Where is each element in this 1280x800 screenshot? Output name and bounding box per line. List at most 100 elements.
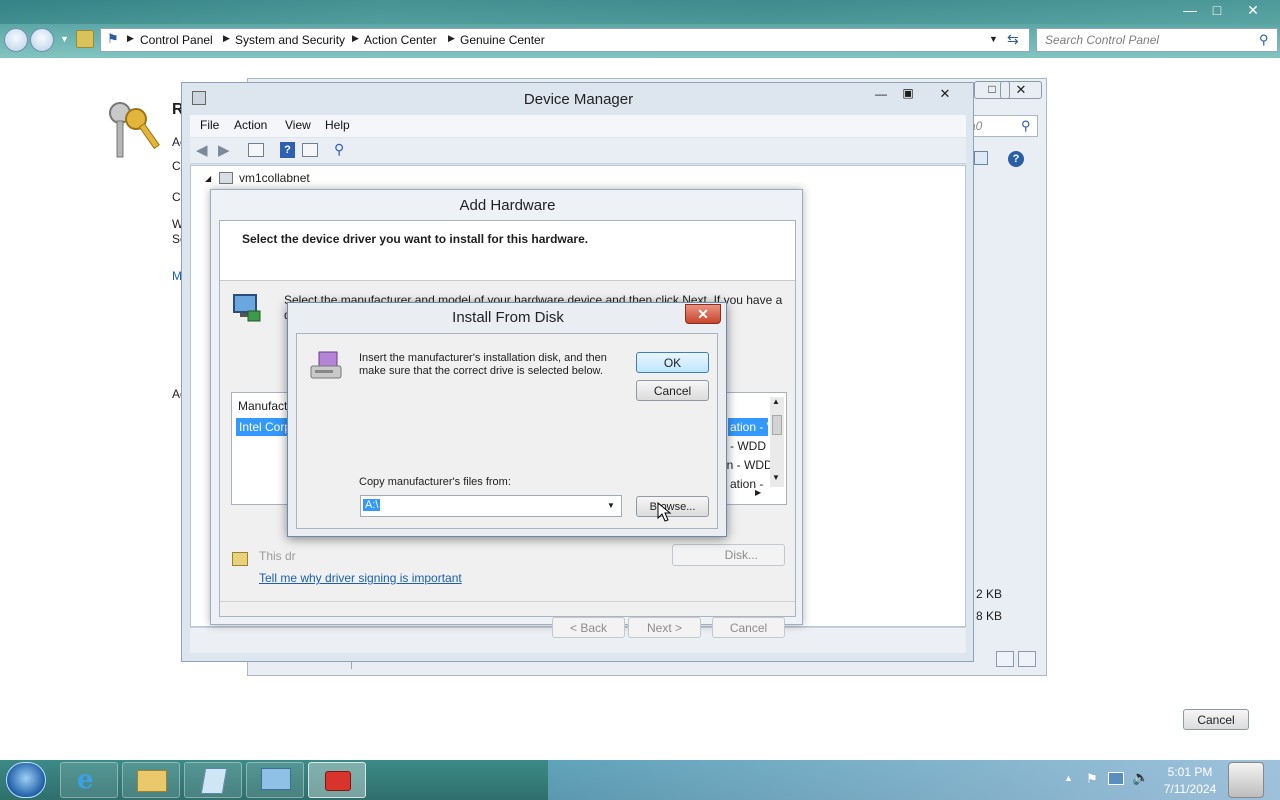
ok-button[interactable]: OK [636,352,709,373]
insert-disk-message: Insert the manufacturer's installation d… [359,352,607,377]
control-panel-titlebar: — □ ✕ ▼ ⚑ ▶ Control Panel ▶ System and S… [0,0,1280,58]
titlebar-background [0,0,1280,24]
scroll-right-icon[interactable]: ▶ [755,488,761,497]
cancel-button[interactable]: Cancel [1183,709,1249,730]
menu-view[interactable]: View [285,118,311,132]
maximize-button[interactable]: □ [1202,0,1232,20]
install-disk-icon [309,350,347,382]
back-icon[interactable] [4,28,28,52]
start-button[interactable] [6,762,46,798]
forward-icon[interactable] [30,28,54,52]
header-instruction: Select the device driver you want to ins… [242,232,589,246]
menu-bar: File Action View Help [190,115,966,137]
clock-date: 7/11/2024 [1163,782,1217,796]
device-manager-restore-button[interactable]: ▣ [897,86,919,104]
tree-root-label[interactable]: vm1collabnet [239,171,310,185]
recent-pages-icon[interactable]: ▼ [60,34,69,44]
file-explorer-icon[interactable] [122,762,180,798]
properties-icon[interactable] [302,143,318,157]
volume-muted-icon[interactable]: 🔈 [1132,769,1149,786]
breadcrumb-separator-icon: ▶ [352,33,359,43]
add-hardware-title: Add Hardware [459,197,556,214]
explorer-close-button[interactable]: ✕ [1000,81,1042,99]
clock-time: 5:01 PM [1167,765,1213,779]
control-panel-icon [76,30,94,48]
hardware-monitor-icon [232,293,262,323]
install-from-disk-dialog: Install From Disk ✕ Insert the manufactu… [287,302,727,537]
files-location-input[interactable]: A:\ [363,499,381,511]
back-button[interactable]: < Back [552,617,625,638]
scrollbar-thumb[interactable] [772,415,782,435]
cancel-button[interactable]: Cancel [636,380,709,401]
scan-hardware-icon[interactable]: ⚲ [334,141,344,158]
refresh-icon[interactable]: ⇆ [1007,31,1019,48]
show-hide-tree-icon[interactable] [248,143,264,157]
action-center-flag-icon[interactable]: ⚑ [1086,771,1098,787]
certificate-icon [232,552,248,566]
breadcrumb-control-panel[interactable]: Control Panel [140,33,213,47]
add-hardware-header: Select the device driver you want to ins… [220,221,795,281]
copy-files-label: Copy manufacturer's files from: [359,476,511,488]
breadcrumb-separator-icon: ▶ [448,33,455,43]
address-dropdown-icon[interactable]: ▼ [989,34,998,44]
notepad-icon[interactable] [184,762,242,798]
toolbar: ◀ ▶ ? ⚲ [190,138,966,164]
next-button[interactable]: Next > [628,617,701,638]
user-avatar[interactable] [1228,762,1264,798]
model-list-item[interactable]: on - WDD [720,458,773,472]
search-input[interactable]: Search Control Panel [1045,33,1159,47]
minimize-button[interactable]: — [1175,0,1205,20]
taskbar: e ▲ ⚑ 🔈 [0,760,1280,800]
install-from-disk-body: Insert the manufacturer's installation d… [296,333,718,529]
menu-action[interactable]: Action [234,118,267,132]
files-location-combobox[interactable]: A:\ ▼ [360,495,622,517]
taskbar-clock[interactable]: 5:01 PM 7/11/2024 [1150,764,1230,798]
driver-signing-link[interactable]: Tell me why driver signing is important [259,571,462,585]
scroll-up-icon[interactable]: ▲ [772,397,780,406]
details-view-icon[interactable] [996,651,1014,667]
file-size: 8 KB [976,609,1003,623]
breadcrumb-separator-icon: ▶ [223,33,230,43]
search-box[interactable]: Search Control Panel ⚲ [1036,28,1278,52]
device-manager-close-button[interactable]: ✕ [932,86,958,104]
divider [220,601,795,602]
control-panel-taskbar-icon[interactable] [246,762,304,798]
have-disk-button[interactable]: Disk... [672,544,785,566]
computer-icon [219,172,233,184]
breadcrumb-genuine-center[interactable]: Genuine Center [460,33,545,47]
help-icon[interactable]: ? [280,142,295,158]
flag-icon: ⚑ [107,31,119,46]
dropdown-arrow-icon[interactable]: ▼ [607,501,615,510]
manufacturer-column-header: Manufactu [238,399,295,413]
back-arrow-icon[interactable]: ◀ [196,141,208,159]
search-icon[interactable]: ⚲ [1259,32,1269,48]
search-icon[interactable]: ⚲ [1021,118,1031,134]
breadcrumb-action-center[interactable]: Action Center [364,33,437,47]
file-size: 2 KB [976,587,1003,601]
forward-arrow-icon[interactable]: ▶ [218,141,230,159]
cancel-button[interactable]: Cancel [712,617,785,638]
expand-icon[interactable]: ◢ [205,174,211,183]
menu-help[interactable]: Help [325,118,350,132]
close-button[interactable]: ✕ [685,304,721,324]
breadcrumb-separator-icon: ▶ [127,33,134,43]
show-hidden-icons-icon[interactable]: ▲ [1064,773,1073,783]
breadcrumb-system-security[interactable]: System and Security [235,33,345,47]
device-manager-minimize-button[interactable]: — [870,87,892,105]
mouse-cursor-icon [657,501,673,522]
large-icons-view-icon[interactable] [1018,651,1036,667]
preview-pane-icon[interactable] [974,151,988,165]
device-manager-title: Device Manager [523,91,634,108]
explorer-search-box[interactable]: a0 ⚲ [966,115,1038,137]
close-button[interactable]: ✕ [1238,0,1268,20]
address-bar[interactable]: ⚑ ▶ Control Panel ▶ System and Security … [100,28,1030,52]
device-setup-taskbar-icon[interactable] [308,762,366,798]
internet-explorer-icon[interactable]: e [60,762,118,798]
menu-file[interactable]: File [200,118,219,132]
install-from-disk-title: Install From Disk [452,309,564,326]
scroll-down-icon[interactable]: ▼ [772,473,780,482]
keys-icon [104,97,160,161]
help-icon[interactable]: ? [1008,151,1024,167]
model-list-item-selected[interactable]: ation - V [728,418,768,436]
network-icon[interactable] [1108,772,1124,785]
